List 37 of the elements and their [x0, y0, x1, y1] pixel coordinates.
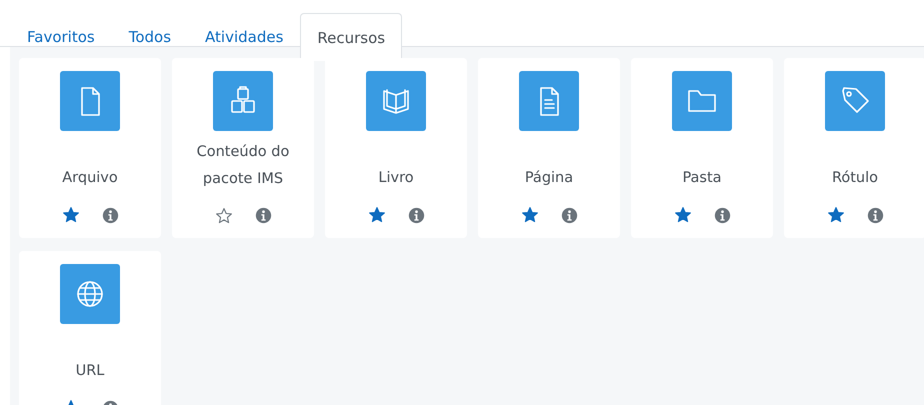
tab[interactable]: Recursos [300, 13, 402, 61]
module-card[interactable]: Página [478, 58, 620, 238]
info-icon[interactable] [866, 206, 884, 224]
star-icon[interactable] [826, 206, 844, 224]
file-icon [60, 71, 120, 131]
info-icon[interactable] [714, 206, 730, 224]
module-card[interactable]: Conteúdo do pacote IMS [172, 58, 314, 238]
module-card[interactable]: URL [19, 251, 161, 405]
tab[interactable]: Todos [112, 13, 188, 60]
info-icon[interactable] [408, 206, 424, 224]
info-icon[interactable] [102, 206, 118, 224]
tab[interactable]: Favoritos [10, 13, 112, 60]
module-card[interactable]: Arquivo [19, 58, 161, 238]
info-icon[interactable] [254, 207, 272, 224]
module-name: Livro [377, 169, 415, 188]
module-name: Página [524, 169, 574, 188]
star-icon[interactable] [214, 206, 232, 224]
module-name: URL [74, 362, 106, 381]
star-icon[interactable] [368, 206, 386, 224]
tab[interactable]: Atividades [188, 13, 300, 60]
globe-icon [60, 264, 120, 324]
star-icon[interactable] [674, 206, 692, 224]
star-icon[interactable] [520, 206, 538, 224]
module-card[interactable]: Pasta [631, 58, 773, 238]
module-name: Conteúdo do pacote IMS [196, 143, 290, 189]
folder-icon [672, 71, 732, 131]
document-icon [519, 71, 579, 131]
module-name: Rótulo [830, 169, 880, 188]
module-card[interactable]: Rótulo [784, 58, 924, 238]
module-name: Pasta [681, 169, 723, 188]
book-icon [366, 71, 426, 131]
star-icon[interactable] [62, 206, 80, 224]
boxes-icon [213, 71, 273, 131]
tag-icon [825, 71, 885, 131]
module-name: Arquivo [61, 169, 119, 188]
module-card[interactable]: Livro [325, 58, 467, 238]
info-icon[interactable] [560, 206, 578, 224]
